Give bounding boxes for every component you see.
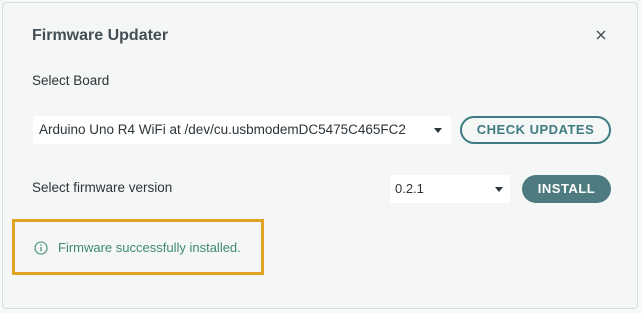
select-board-label: Select Board (32, 73, 110, 88)
dialog-title: Firmware Updater (32, 27, 169, 44)
firmware-version-select[interactable]: 0.2.1 (390, 175, 510, 203)
board-select-value: Arduino Uno R4 WiFi at /dev/cu.usbmodemD… (39, 122, 406, 137)
info-icon (34, 241, 48, 255)
status-message-box: Firmware successfully installed. (12, 219, 264, 275)
select-firmware-label: Select firmware version (32, 180, 173, 195)
chevron-down-icon (495, 187, 503, 192)
status-message: Firmware successfully installed. (58, 240, 241, 255)
chevron-down-icon (434, 128, 442, 133)
board-select[interactable]: Arduino Uno R4 WiFi at /dev/cu.usbmodemD… (33, 116, 451, 144)
close-icon (596, 30, 606, 40)
install-button[interactable]: INSTALL (522, 175, 611, 203)
check-updates-button[interactable]: CHECK UPDATES (460, 116, 611, 144)
close-button[interactable] (593, 27, 609, 43)
firmware-version-value: 0.2.1 (395, 181, 424, 196)
